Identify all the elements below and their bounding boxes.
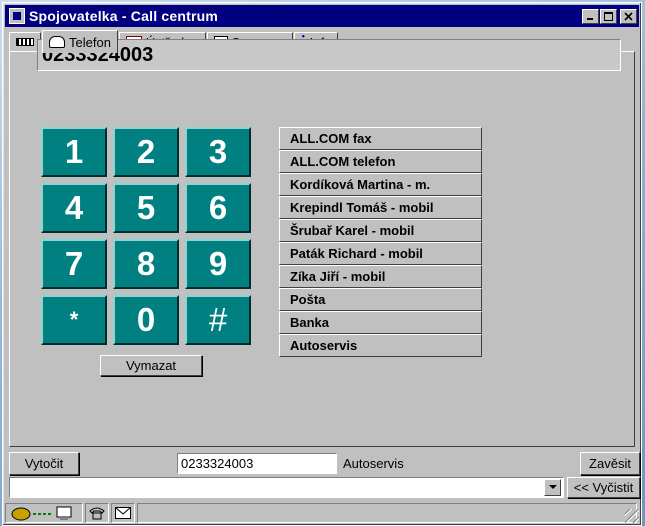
maximize-icon bbox=[604, 11, 613, 21]
speed-dial-list: ALL.COM fax ALL.COM telefon Kordíková Ma… bbox=[279, 127, 482, 357]
key-3[interactable]: 3 bbox=[185, 127, 251, 177]
phone-line-icon bbox=[16, 38, 34, 46]
resize-grip-icon[interactable] bbox=[625, 509, 639, 523]
dial-number-field[interactable]: 0233324003 bbox=[177, 453, 337, 474]
log-dropdown-button[interactable] bbox=[544, 479, 561, 496]
speed-dial-item[interactable]: Banka bbox=[279, 311, 482, 334]
key-4[interactable]: 4 bbox=[41, 183, 107, 233]
log-combobox[interactable] bbox=[9, 477, 564, 498]
close-icon bbox=[624, 11, 633, 21]
key-9[interactable]: 9 bbox=[185, 239, 251, 289]
chevron-down-icon bbox=[548, 485, 557, 489]
key-hash[interactable]: # bbox=[185, 295, 251, 345]
tab-label: Telefon bbox=[69, 34, 111, 50]
key-star[interactable]: * bbox=[41, 295, 107, 345]
close-button[interactable] bbox=[620, 8, 637, 24]
key-6[interactable]: 6 bbox=[185, 183, 251, 233]
window-title: Spojovatelka - Call centrum bbox=[29, 8, 219, 24]
speed-dial-item[interactable]: ALL.COM telefon bbox=[279, 150, 482, 173]
app-icon[interactable] bbox=[9, 8, 25, 24]
tab-telefon[interactable]: Telefon bbox=[42, 30, 118, 53]
title-bar[interactable]: Spojovatelka - Call centrum bbox=[5, 5, 639, 27]
speed-dial-item[interactable]: Paták Richard - mobil bbox=[279, 242, 482, 265]
speed-dial-item[interactable]: Zíka Jiří - mobil bbox=[279, 265, 482, 288]
status-phone[interactable] bbox=[85, 503, 109, 523]
speed-dial-item[interactable]: Šrubař Karel - mobil bbox=[279, 219, 482, 242]
telephone-icon bbox=[49, 36, 65, 48]
speed-dial-item[interactable]: Autoservis bbox=[279, 334, 482, 357]
minimize-icon bbox=[587, 17, 593, 20]
envelope-icon bbox=[115, 507, 131, 519]
speed-dial-item[interactable]: Krepindl Tomáš - mobil bbox=[279, 196, 482, 219]
number-display: 0233324003 bbox=[37, 39, 621, 71]
key-1[interactable]: 1 bbox=[41, 127, 107, 177]
speed-dial-item[interactable]: Pošta bbox=[279, 288, 482, 311]
hangup-button[interactable]: Zavěsit bbox=[580, 452, 640, 475]
telephone-icon bbox=[89, 507, 105, 520]
dial-button[interactable]: Vytočit bbox=[9, 452, 79, 475]
clear-button[interactable]: Vymazat bbox=[100, 355, 202, 376]
key-2[interactable]: 2 bbox=[113, 127, 179, 177]
speed-dial-item[interactable]: ALL.COM fax bbox=[279, 127, 482, 150]
key-0[interactable]: 0 bbox=[113, 295, 179, 345]
minimize-button[interactable] bbox=[582, 8, 599, 24]
app-window: Spojovatelka - Call centrum Telefon Ústř… bbox=[2, 2, 642, 526]
status-mail[interactable] bbox=[111, 503, 135, 523]
maximize-button[interactable] bbox=[600, 8, 617, 24]
window-controls bbox=[582, 8, 637, 24]
status-empty bbox=[137, 503, 637, 523]
key-5[interactable]: 5 bbox=[113, 183, 179, 233]
status-transfer bbox=[5, 503, 83, 523]
contact-name: Autoservis bbox=[343, 456, 404, 471]
key-7[interactable]: 7 bbox=[41, 239, 107, 289]
speed-dial-item[interactable]: Kordíková Martina - m. bbox=[279, 173, 482, 196]
key-8[interactable]: 8 bbox=[113, 239, 179, 289]
status-bar bbox=[5, 503, 637, 523]
call-transfer-icon bbox=[11, 506, 72, 521]
clear-log-button[interactable]: << Vyčistit bbox=[567, 477, 640, 498]
